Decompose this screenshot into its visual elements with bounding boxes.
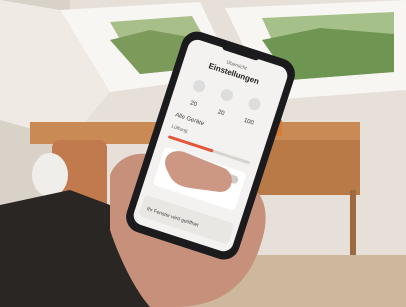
bust-statue — [32, 153, 68, 197]
photo-scene: Übersicht Einstellungen 20 20 100 Alle G… — [0, 0, 406, 307]
photo-illustration: Übersicht Einstellungen 20 20 100 Alle G… — [0, 0, 406, 307]
